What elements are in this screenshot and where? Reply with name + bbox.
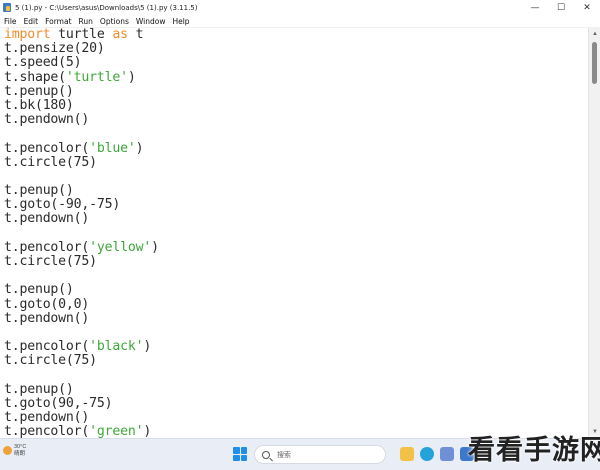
file-explorer-icon[interactable] (400, 447, 414, 461)
scroll-up-icon[interactable]: ▲ (591, 30, 599, 38)
code-token: t.penup() (4, 183, 74, 199)
code-token: t.goto(90,-75) (4, 395, 113, 411)
scroll-thumb[interactable] (592, 42, 597, 84)
code-line[interactable]: t.goto(-90,-75) (4, 198, 159, 212)
code-line[interactable]: t.circle(75) (4, 154, 159, 170)
code-editor[interactable]: import turtle as t t.pensize(20) t.speed(5… (0, 28, 588, 438)
window-controls: — ☐ ✕ (522, 0, 600, 15)
watermark-logo: 看看手游网 (468, 435, 600, 466)
code-token: t.pendown() (4, 310, 90, 326)
code-token: ) (143, 424, 152, 438)
code-line[interactable]: t.pencolor('blue') (4, 140, 159, 156)
weather-widget[interactable]: 30°C 晴朗 (3, 444, 26, 458)
menu-edit[interactable]: Edit (24, 17, 39, 26)
code-token: t.bk(180) (4, 97, 74, 113)
code-line[interactable] (4, 127, 159, 141)
python-idle-icon (3, 3, 11, 12)
code-line[interactable] (4, 227, 159, 241)
code-line[interactable]: t.pencolor('yellow') (4, 239, 159, 255)
weather-desc: 晴朗 (14, 451, 26, 457)
code-line[interactable] (4, 369, 159, 383)
code-line[interactable]: t.penup() (4, 381, 159, 397)
code-token: t.speed(5) (4, 55, 82, 71)
code-token: t.pensize(20) (4, 41, 105, 57)
code-line[interactable]: import turtle as t (4, 28, 159, 42)
vertical-scrollbar[interactable]: ▲ ▼ (588, 28, 600, 438)
code-line[interactable]: t.circle(75) (4, 254, 159, 269)
code-line[interactable]: t.pendown() (4, 310, 159, 326)
string-token: 'green' (89, 424, 144, 438)
store-icon[interactable] (440, 447, 454, 461)
search-placeholder: 搜索 (277, 451, 291, 459)
code-text[interactable]: import turtle as t t.pensize(20) t.speed(5… (4, 28, 159, 438)
window-title: 5 (1).py - C:\Users\asus\Downloads\5 (1)… (15, 3, 198, 12)
code-line[interactable]: t.pendown() (4, 410, 159, 426)
code-token: t.circle(75) (4, 353, 97, 369)
code-line[interactable]: t.pensize(20) (4, 42, 159, 56)
code-line[interactable]: t.shape('turtle') (4, 69, 159, 85)
code-token: t.penup() (4, 83, 74, 99)
code-line[interactable]: t.pencolor('green') (4, 425, 159, 438)
code-token: t.pencolor( (4, 339, 90, 355)
code-token: ) (135, 140, 144, 156)
menu-format[interactable]: Format (45, 17, 71, 26)
menu-file[interactable]: File (4, 17, 17, 26)
minimize-button[interactable]: — (522, 0, 548, 15)
code-line[interactable]: t.penup() (4, 283, 159, 297)
search-icon (262, 450, 270, 459)
menu-window[interactable]: Window (136, 17, 166, 26)
code-token: t.pendown() (4, 211, 90, 227)
code-token: t.pendown() (4, 112, 90, 128)
edge-browser-icon[interactable] (420, 447, 434, 461)
code-line[interactable]: t.speed(5) (4, 56, 159, 70)
string-token: 'turtle' (65, 69, 128, 85)
maximize-button[interactable]: ☐ (548, 0, 574, 15)
code-token: t.shape( (4, 69, 66, 85)
code-token: ) (127, 69, 136, 85)
code-token: t.pendown() (4, 410, 90, 426)
code-token: t (127, 28, 144, 42)
taskbar-search[interactable]: 搜索 (254, 445, 386, 464)
menu-help[interactable]: Help (172, 17, 189, 26)
string-token: 'blue' (89, 140, 136, 156)
title-bar: 5 (1).py - C:\Users\asus\Downloads\5 (1)… (0, 0, 600, 15)
code-line[interactable]: t.pendown() (4, 113, 159, 127)
code-line[interactable]: t.penup() (4, 83, 159, 99)
code-line[interactable] (4, 326, 159, 340)
code-token: turtle (50, 28, 113, 42)
code-line[interactable]: t.goto(0,0) (4, 296, 159, 312)
code-line[interactable]: t.circle(75) (4, 354, 159, 368)
weather-temp: 30°C (14, 444, 27, 450)
code-token: t.pencolor( (4, 140, 90, 156)
windows-start-icon[interactable] (233, 447, 247, 461)
code-token: t.circle(75) (4, 254, 97, 269)
code-token: ) (143, 339, 152, 355)
menu-bar: File Edit Format Run Options Window Help (0, 15, 600, 28)
code-line[interactable]: t.pencolor('black') (4, 340, 159, 354)
menu-run[interactable]: Run (79, 17, 93, 26)
sun-icon (3, 446, 12, 455)
keyword-token: as (112, 28, 128, 42)
code-token: t.goto(-90,-75) (4, 197, 121, 213)
code-line[interactable]: t.goto(90,-75) (4, 395, 159, 411)
code-token: ) (151, 239, 159, 255)
close-button[interactable]: ✕ (574, 0, 600, 15)
code-token: t.penup() (4, 282, 74, 298)
code-line[interactable]: t.penup() (4, 183, 159, 199)
code-line[interactable] (4, 269, 159, 283)
keyword-token: import (4, 28, 51, 42)
string-token: 'yellow' (89, 239, 152, 255)
code-token: t.pencolor( (4, 239, 90, 255)
code-token: t.goto(0,0) (4, 296, 90, 312)
code-line[interactable]: t.pendown() (4, 212, 159, 226)
code-token: t.pencolor( (4, 424, 90, 438)
string-token: 'black' (89, 339, 144, 355)
code-line[interactable]: t.bk(180) (4, 97, 159, 113)
code-token: t.penup() (4, 381, 74, 397)
code-token: t.circle(75) (4, 154, 97, 170)
menu-options[interactable]: Options (100, 17, 129, 26)
code-line[interactable] (4, 170, 159, 184)
